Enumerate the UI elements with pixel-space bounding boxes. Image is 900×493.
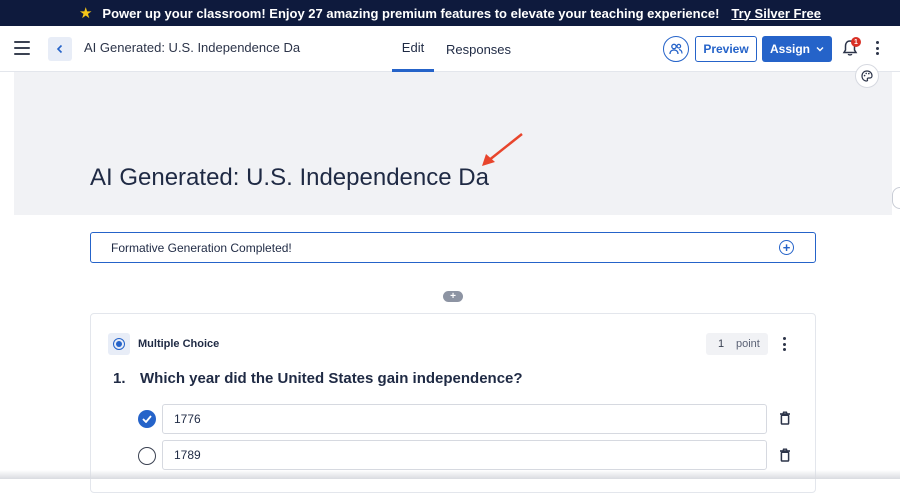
tab-responses[interactable]: Responses: [446, 26, 511, 72]
choice-radio-icon[interactable]: [138, 447, 156, 465]
question-type-label: Multiple Choice: [138, 338, 220, 350]
more-options-icon[interactable]: [876, 41, 880, 57]
add-item-button[interactable]: +: [443, 291, 463, 302]
points-field[interactable]: 1 point: [706, 333, 768, 355]
choice-text: 1789: [174, 448, 201, 462]
status-message: Formative Generation Completed!: [111, 240, 292, 255]
try-silver-free-link[interactable]: Try Silver Free: [731, 6, 821, 21]
radio-type-icon: [108, 333, 130, 355]
palette-icon: [861, 70, 873, 82]
trash-icon[interactable]: [779, 448, 791, 462]
assign-label: Assign: [769, 42, 810, 56]
star-icon: ★: [78, 5, 93, 22]
page-title[interactable]: AI Generated: U.S. Independence Da: [90, 164, 489, 192]
points-value[interactable]: 1: [706, 338, 736, 350]
back-button[interactable]: [48, 37, 72, 61]
question-text[interactable]: Which year did the United States gain in…: [140, 370, 523, 387]
question-number: 1.: [113, 370, 126, 387]
chevron-down-icon: [816, 47, 824, 52]
choice-text: 1776: [174, 412, 201, 426]
side-panel-handle[interactable]: [892, 187, 900, 209]
add-circle-icon[interactable]: +: [779, 240, 794, 255]
tab-edit[interactable]: Edit: [392, 26, 434, 72]
users-icon: [669, 43, 683, 55]
theme-palette-button[interactable]: [855, 64, 879, 88]
collaborators-button[interactable]: [663, 36, 689, 62]
points-unit: point: [736, 338, 760, 350]
choice-input[interactable]: 1789: [162, 440, 767, 470]
trash-icon[interactable]: [779, 411, 791, 425]
chevron-left-icon: [56, 44, 63, 54]
promo-message: Power up your classroom! Enjoy 27 amazin…: [102, 5, 720, 21]
preview-button[interactable]: Preview: [695, 36, 757, 62]
promo-banner: ★ Power up your classroom! Enjoy 27 amaz…: [0, 0, 900, 26]
top-bar: AI Generated: U.S. Independence Da Edit …: [0, 26, 900, 72]
bottom-edge-shadow: [0, 470, 900, 479]
hamburger-menu-icon[interactable]: [14, 41, 30, 55]
choice-input[interactable]: 1776: [162, 404, 767, 434]
question-options-icon[interactable]: [783, 337, 787, 351]
generation-status-bar: Formative Generation Completed!: [90, 232, 816, 263]
document-title: AI Generated: U.S. Independence Da: [84, 40, 301, 55]
header-banner: [14, 72, 892, 215]
notification-badge: 1: [851, 37, 861, 47]
choice-correct-check-icon[interactable]: [138, 410, 156, 428]
annotation-arrow-icon: [482, 133, 523, 166]
assign-button[interactable]: Assign: [762, 36, 832, 62]
